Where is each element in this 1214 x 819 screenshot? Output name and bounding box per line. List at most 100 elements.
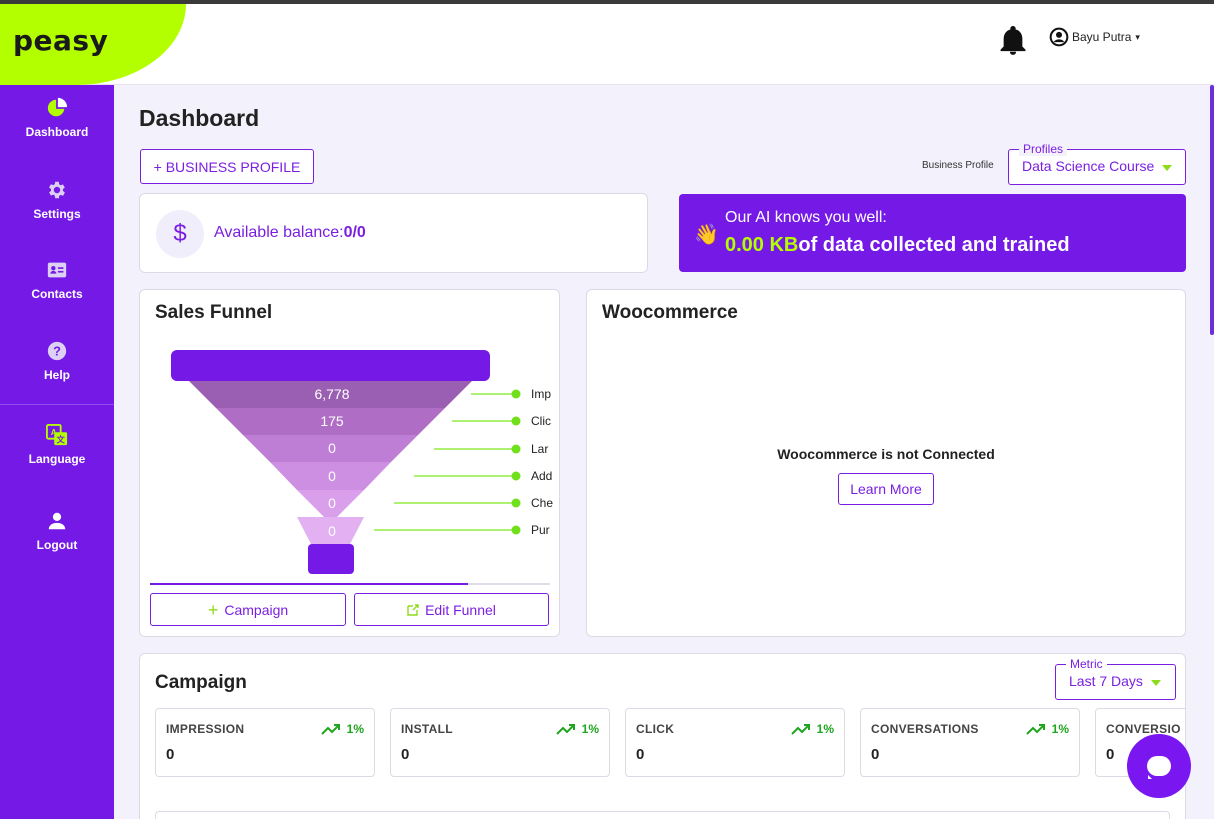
caret-down-icon: ▾ <box>1135 31 1140 42</box>
waving-hand-icon: 👋 <box>694 224 719 246</box>
sidebar-item-help[interactable]: ? Help <box>0 340 114 382</box>
funnel-marker <box>511 444 521 454</box>
help-icon: ? <box>47 341 67 361</box>
user-menu[interactable]: Bayu Putra ▾ <box>1049 27 1140 47</box>
app-logo[interactable]: peasy <box>13 24 108 57</box>
trending-up-icon <box>790 724 810 735</box>
metric-trend: 1% <box>555 722 599 736</box>
metric-label: CONVERSIO <box>1106 722 1181 736</box>
sidebar-item-label: Language <box>28 452 86 466</box>
plus-icon: + <box>207 599 219 620</box>
funnel-marker <box>511 416 521 426</box>
metric-trend-value: 1% <box>346 722 364 736</box>
ai-data-card: 👋 Our AI knows you well: 0.00 KBof data … <box>679 194 1186 272</box>
add-campaign-button[interactable]: + Campaign <box>150 593 346 626</box>
sidebar-item-contacts[interactable]: Contacts <box>0 259 114 301</box>
sidebar-item-dashboard[interactable]: Dashboard <box>0 97 114 139</box>
sidebar-item-label: Dashboard <box>25 125 89 139</box>
learn-more-button[interactable]: Learn More <box>838 473 934 505</box>
funnel-spout <box>308 544 354 574</box>
business-profile-label: Business Profile <box>922 160 994 171</box>
trending-up-icon <box>555 724 575 735</box>
account-circle-icon <box>1049 27 1069 47</box>
svg-text:文: 文 <box>57 434 66 444</box>
trending-up-icon <box>1025 724 1045 735</box>
metric-select-legend: Metric <box>1066 657 1107 671</box>
balance-label: Available balance: <box>214 224 344 241</box>
sidebar-item-logout[interactable]: Logout <box>0 510 114 552</box>
metric-select-value: Last 7 Days <box>1069 673 1143 689</box>
metric-label: IMPRESSION <box>166 722 245 736</box>
woocommerce-card: Woocommerce Woocommerce is not Connected… <box>586 289 1186 637</box>
funnel-stage-value: 0 <box>328 468 336 484</box>
metric-card-impression[interactable]: IMPRESSION 1% 0 <box>155 708 375 777</box>
metric-value: 0 <box>871 746 880 763</box>
metric-card-conversations[interactable]: CONVERSATIONS 1% 0 <box>860 708 1080 777</box>
trending-up-icon <box>320 724 340 735</box>
woocommerce-status-message: Woocommerce is not Connected <box>777 446 995 462</box>
pie-chart-icon <box>47 97 68 117</box>
edit-funnel-button[interactable]: Edit Funnel <box>354 593 549 626</box>
metric-select[interactable]: Metric Last 7 Days <box>1055 657 1176 700</box>
external-edit-icon <box>407 603 419 616</box>
notification-bell-icon[interactable] <box>999 26 1027 56</box>
translate-icon: A文 <box>46 424 68 446</box>
funnel-stage-value: 6,778 <box>314 386 349 402</box>
funnel-stage-label: Pur <box>531 523 550 537</box>
metric-card-click[interactable]: CLICK 1% 0 <box>625 708 845 777</box>
svg-text:?: ? <box>53 344 61 359</box>
funnel-stage-value: 0 <box>328 523 336 539</box>
sidebar-item-settings[interactable]: Settings <box>0 179 114 221</box>
metric-trend: 1% <box>1025 722 1069 736</box>
gear-icon <box>49 181 65 199</box>
funnel-progress-track <box>150 583 550 585</box>
metric-trend: 1% <box>790 722 834 736</box>
funnel-stage-label: Imp <box>531 387 551 401</box>
sales-funnel-card: Sales Funnel 6,778 175 0 0 0 0 Imp Clic … <box>139 289 560 637</box>
funnel-marker <box>511 471 521 481</box>
ai-data-summary: 0.00 KBof data collected and trained <box>725 234 1070 257</box>
profiles-select-value: Data Science Course <box>1022 158 1155 174</box>
balance-card: $ Available balance:0/0 <box>139 193 648 273</box>
chat-bubble-icon <box>1147 756 1171 776</box>
add-business-profile-button[interactable]: + BUSINESS PROFILE <box>140 149 314 184</box>
sidebar-item-label: Help <box>43 368 70 382</box>
page-scrollbar[interactable] <box>1210 85 1214 335</box>
sidebar-divider <box>0 404 114 405</box>
sidebar-item-label: Logout <box>36 538 78 552</box>
funnel-stage-label: Lar <box>531 442 548 456</box>
ai-headline: Our AI knows you well: <box>725 209 887 226</box>
woocommerce-title: Woocommerce <box>602 302 738 323</box>
campaign-title: Campaign <box>155 672 247 693</box>
metric-value: 0 <box>166 746 175 763</box>
metric-value: 0 <box>401 746 410 763</box>
metric-value: 0 <box>1106 746 1115 763</box>
metric-trend: 1% <box>320 722 364 736</box>
metric-label: CLICK <box>636 722 675 736</box>
funnel-marker <box>511 525 521 535</box>
metric-trend-value: 1% <box>1051 722 1069 736</box>
metric-card-install[interactable]: INSTALL 1% 0 <box>390 708 610 777</box>
dropdown-arrow-icon <box>1151 680 1161 686</box>
funnel-marker <box>511 498 521 508</box>
chat-fab-button[interactable] <box>1127 734 1191 798</box>
sidebar-item-label: Settings <box>33 207 81 221</box>
funnel-stage-value: 0 <box>328 495 336 511</box>
edit-funnel-label: Edit Funnel <box>425 601 496 618</box>
balance-text: Available balance:0/0 <box>214 224 366 242</box>
add-campaign-label: Campaign <box>224 601 289 618</box>
balance-value: 0/0 <box>343 224 366 241</box>
profiles-select[interactable]: Profiles Data Science Course <box>1008 142 1186 185</box>
campaign-table-container <box>155 811 1170 819</box>
sidebar: Dashboard Settings Contacts ? Help A文 La… <box>0 85 114 819</box>
ai-data-amount: 0.00 KB <box>725 234 799 256</box>
person-icon <box>48 512 66 530</box>
sidebar-item-language[interactable]: A文 Language <box>0 424 114 466</box>
user-name: Bayu Putra <box>1072 30 1132 44</box>
funnel-stage-label: Clic <box>531 414 551 428</box>
dropdown-arrow-icon <box>1162 165 1172 171</box>
funnel-marker <box>511 389 521 399</box>
campaign-card: Campaign Metric Last 7 Days IMPRESSION 1… <box>139 653 1186 819</box>
page-title: Dashboard <box>139 105 260 131</box>
metric-trend-value: 1% <box>816 722 834 736</box>
